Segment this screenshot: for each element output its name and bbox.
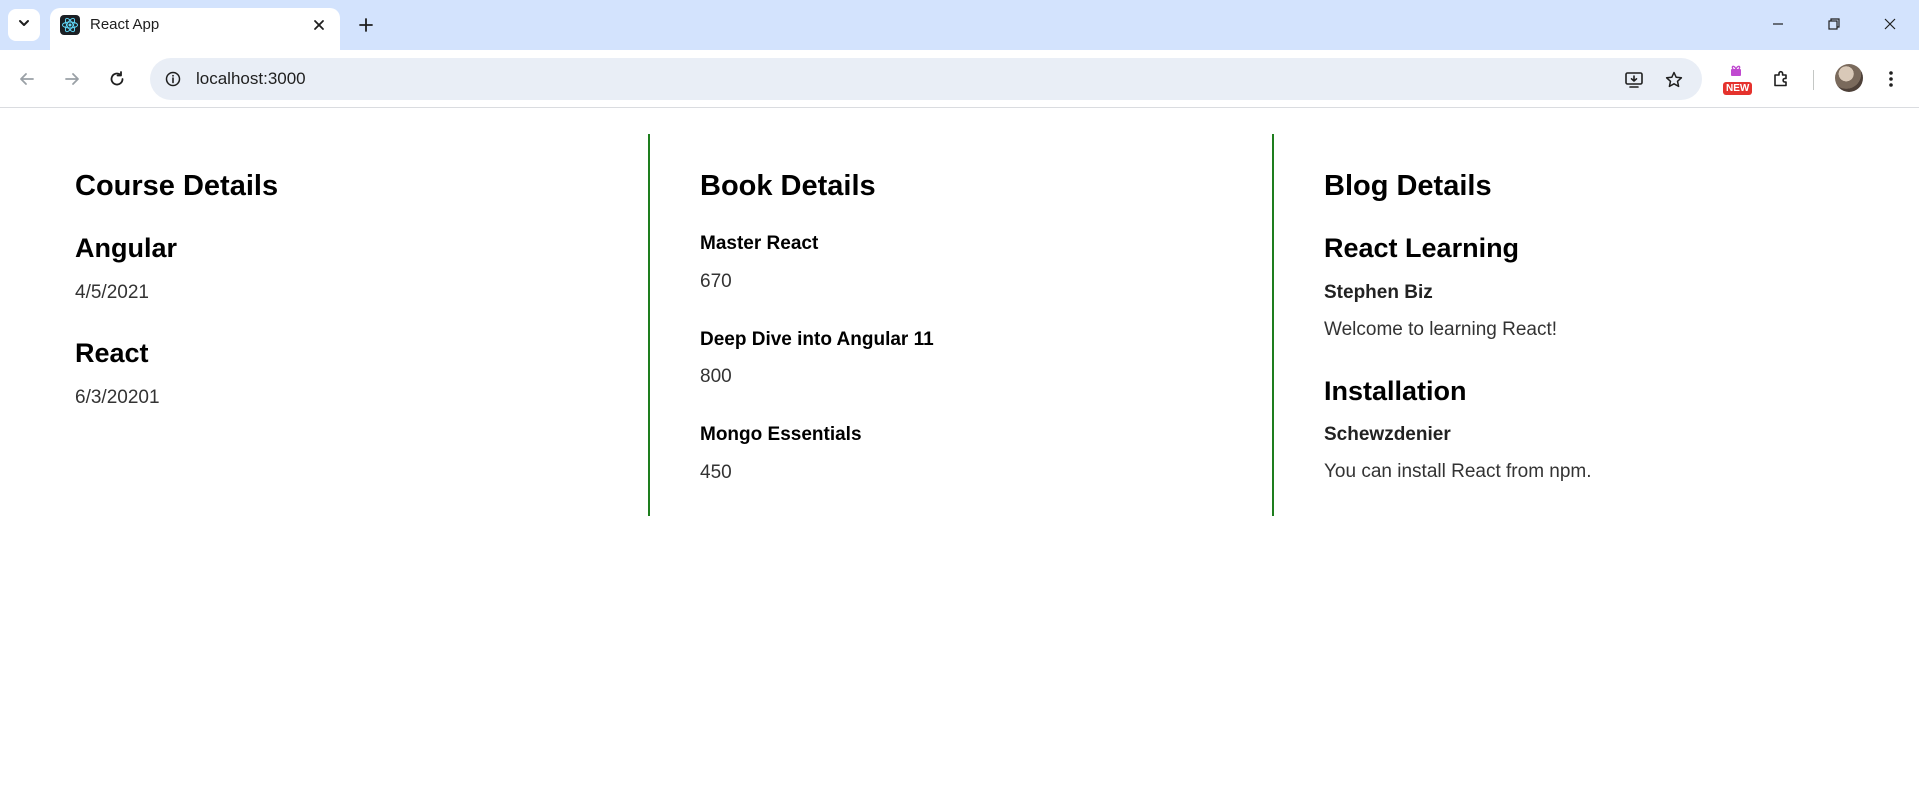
course-name: React (75, 338, 149, 368)
course-name: Angular (75, 233, 178, 263)
course-details-section: Course Details Angular 4/5/2021 React 6/… (0, 134, 648, 516)
extensions-button[interactable] (1764, 62, 1798, 96)
book-price: 800 (700, 366, 732, 387)
book-price: 670 (700, 271, 732, 292)
close-icon (314, 20, 324, 30)
minimize-button[interactable] (1756, 4, 1800, 44)
blog-author: Schewzdenier (1324, 424, 1451, 445)
restore-icon (1828, 18, 1840, 30)
extension-new-button[interactable]: NEW (1718, 62, 1753, 96)
tab-search-button[interactable] (8, 9, 40, 41)
book-name: Master React (700, 233, 819, 254)
browser-toolbar: localhost:3000 NEW (0, 50, 1919, 108)
book-details-heading: Book Details (700, 170, 876, 202)
avatar[interactable] (1835, 64, 1863, 92)
menu-button[interactable] (1874, 62, 1908, 96)
blog-content: You can install React from npm. (1324, 461, 1592, 482)
address-bar[interactable]: localhost:3000 (150, 58, 1702, 100)
blog-details-section: Blog Details React Learning Stephen Biz … (1272, 134, 1919, 516)
blog-title: Installation (1324, 376, 1467, 406)
star-icon[interactable] (1660, 66, 1688, 94)
tab-strip: React App (0, 0, 1919, 50)
forward-button[interactable] (55, 62, 89, 96)
course-details-heading: Course Details (75, 170, 279, 202)
blog-details-heading: Blog Details (1324, 170, 1492, 202)
reload-icon (110, 71, 124, 86)
info-icon[interactable] (160, 66, 186, 92)
active-tab[interactable]: React App (50, 8, 340, 50)
plus-icon (359, 18, 373, 32)
book-details-section: Book Details Master React 670 Deep Dive … (648, 134, 1272, 516)
blog-content: Welcome to learning React! (1324, 319, 1558, 340)
blog-author: Stephen Biz (1324, 282, 1433, 303)
book-name: Mongo Essentials (700, 424, 862, 445)
minimize-icon (1773, 23, 1783, 25)
more-vertical-icon (1889, 71, 1893, 87)
book-price: 450 (700, 462, 732, 483)
puzzle-icon (1774, 70, 1787, 87)
new-tab-button[interactable] (350, 9, 382, 41)
course-date: 4/5/2021 (75, 282, 149, 303)
chevron-down-icon (17, 16, 31, 35)
restore-button[interactable] (1812, 4, 1856, 44)
page-content: Course Details Angular 4/5/2021 React 6/… (0, 109, 1919, 803)
gift-icon (1729, 64, 1743, 82)
course-date: 6/3/20201 (75, 387, 160, 408)
book-name: Deep Dive into Angular 11 (700, 329, 934, 350)
react-logo-icon (60, 15, 80, 35)
new-badge: NEW (1723, 82, 1753, 95)
toolbar-divider (1813, 70, 1814, 90)
close-window-button[interactable] (1868, 4, 1912, 44)
tab-title: React App (90, 16, 160, 33)
url-text[interactable]: localhost:3000 (196, 69, 306, 89)
arrow-right-icon (65, 73, 79, 85)
close-icon (1884, 18, 1896, 30)
reload-button[interactable] (100, 62, 134, 96)
arrow-left-icon (20, 73, 34, 85)
back-button[interactable] (10, 62, 44, 96)
blog-title: React Learning (1324, 233, 1520, 263)
install-app-icon[interactable] (1620, 66, 1648, 94)
tab-close-button[interactable] (306, 12, 332, 38)
